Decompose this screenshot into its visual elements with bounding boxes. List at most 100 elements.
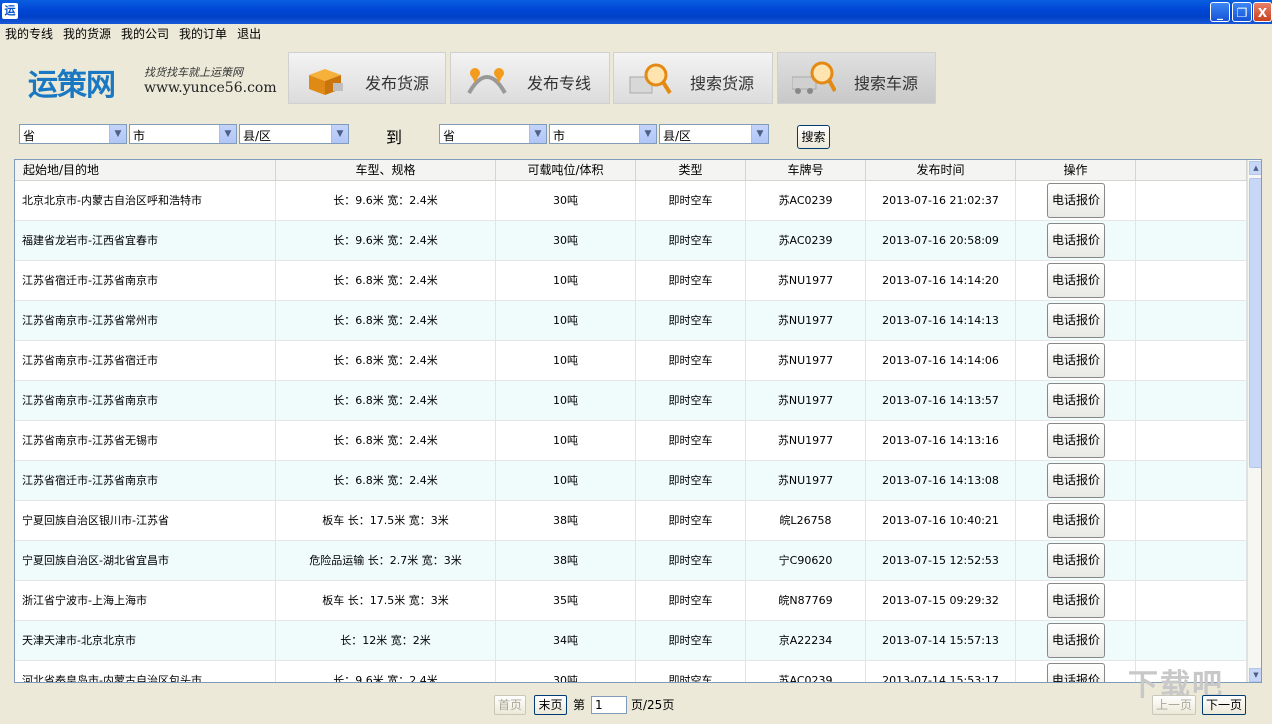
to-label: 到 [386,128,403,147]
phone-quote-button[interactable]: 电话报价 [1047,263,1105,298]
page-number-input[interactable]: 1 [591,696,627,714]
cell-spec: 长：6.8米 宽：2.4米 [276,421,496,460]
column-header[interactable]: 车牌号 [746,160,866,180]
prev-page-button[interactable]: 上一页 [1152,695,1196,715]
nav-publish-cargo-button[interactable]: 发布货源 [288,52,446,104]
cell-capacity: 10吨 [496,461,636,500]
column-header[interactable]: 类型 [636,160,746,180]
from-county-select[interactable]: 县/区 ▼ [239,124,349,144]
cell-type: 即时空车 [636,461,746,500]
table-row[interactable]: 江苏省宿迁市-江苏省南京市 长：6.8米 宽：2.4米 10吨 即时空车 苏NU1977… [15,461,1247,501]
nav-search-cargo-button[interactable]: 搜索货源 [613,52,773,104]
phone-quote-button[interactable]: 电话报价 [1047,223,1105,258]
menu-item[interactable]: 我的货源 [58,24,116,44]
cell-type: 即时空车 [636,261,746,300]
restore-button[interactable]: ❐ [1232,2,1252,22]
table-row[interactable]: 浙江省宁波市-上海上海市 板车 长：17.5米 宽：3米 35吨 即时空车 皖N8776… [15,581,1247,621]
cell-route: 浙江省宁波市-上海上海市 [15,581,276,620]
menu-bar: 我的专线 我的货源 我的公司 我的订单 退出 [0,24,1272,44]
menu-item[interactable]: 我的专线 [0,24,58,44]
cell-route: 江苏省南京市-江苏省无锡市 [15,421,276,460]
column-header[interactable]: 起始地/目的地 [15,160,276,180]
cell-plate: 宁C90620 [746,541,866,580]
table-row[interactable]: 宁夏回族自治区银川市-江苏省 板车 长：17.5米 宽：3米 38吨 即时空车 皖L26… [15,501,1247,541]
phone-quote-button[interactable]: 电话报价 [1047,343,1105,378]
cell-route: 江苏省宿迁市-江苏省南京市 [15,461,276,500]
cell-time: 2013-07-14 15:53:17 [866,661,1016,682]
next-page-button[interactable]: 下一页 [1202,695,1246,715]
phone-quote-button[interactable]: 电话报价 [1047,303,1105,338]
vertical-scrollbar[interactable]: ▲ ▼ [1247,160,1261,682]
menu-item[interactable]: 我的公司 [116,24,174,44]
route-pin-icon [467,68,507,95]
column-header[interactable]: 发布时间 [866,160,1016,180]
phone-quote-button[interactable]: 电话报价 [1047,583,1105,618]
to-province-select[interactable]: 省 ▼ [439,124,547,144]
nav-label: 搜索车源 [854,74,919,93]
cell-time: 2013-07-16 20:58:09 [866,221,1016,260]
cell-type: 即时空车 [636,541,746,580]
cell-type: 即时空车 [636,621,746,660]
scroll-up-icon[interactable]: ▲ [1249,161,1261,175]
cell-plate: 苏NU1977 [746,341,866,380]
cell-route: 江苏省宿迁市-江苏省南京市 [15,261,276,300]
menu-item[interactable]: 退出 [232,24,266,44]
column-header[interactable]: 操作 [1016,160,1136,180]
phone-quote-button[interactable]: 电话报价 [1047,383,1105,418]
table-row[interactable]: 江苏省南京市-江苏省南京市 长：6.8米 宽：2.4米 10吨 即时空车 苏NU1977… [15,381,1247,421]
table-row[interactable]: 江苏省南京市-江苏省宿迁市 长：6.8米 宽：2.4米 10吨 即时空车 苏NU1977… [15,341,1247,381]
cell-plate: 苏NU1977 [746,381,866,420]
cell-type: 即时空车 [636,581,746,620]
phone-quote-button[interactable]: 电话报价 [1047,543,1105,578]
cell-filler [1136,261,1247,300]
from-province-select[interactable]: 省 ▼ [19,124,127,144]
phone-quote-button[interactable]: 电话报价 [1047,463,1105,498]
cell-capacity: 10吨 [496,381,636,420]
cell-spec: 长：12米 宽：2米 [276,621,496,660]
from-city-select[interactable]: 市 ▼ [129,124,237,144]
phone-quote-button[interactable]: 电话报价 [1047,183,1105,218]
cell-filler [1136,501,1247,540]
nav-search-truck-button[interactable]: 搜索车源 [777,52,936,104]
cell-time: 2013-07-16 14:14:20 [866,261,1016,300]
cell-capacity: 10吨 [496,421,636,460]
phone-quote-button[interactable]: 电话报价 [1047,423,1105,458]
table-row[interactable]: 天津天津市-北京北京市 长：12米 宽：2米 34吨 即时空车 京A22234 2013-… [15,621,1247,661]
column-header[interactable]: 车型、规格 [276,160,496,180]
table-row[interactable]: 江苏省南京市-江苏省无锡市 长：6.8米 宽：2.4米 10吨 即时空车 苏NU1977… [15,421,1247,461]
search-cargo-icon [629,63,672,95]
nav-publish-route-button[interactable]: 发布专线 [450,52,610,104]
cell-route: 江苏省南京市-江苏省南京市 [15,381,276,420]
cell-type: 即时空车 [636,421,746,460]
table-row[interactable]: 江苏省南京市-江苏省常州市 长：6.8米 宽：2.4米 10吨 即时空车 苏NU1977… [15,301,1247,341]
cell-spec: 长：9.6米 宽：2.4米 [276,221,496,260]
menu-item[interactable]: 我的订单 [174,24,232,44]
cell-plate: 苏AC0239 [746,181,866,220]
cell-type: 即时空车 [636,221,746,260]
to-county-select[interactable]: 县/区 ▼ [659,124,769,144]
table-row[interactable]: 北京北京市-内蒙古自治区呼和浩特市 长：9.6米 宽：2.4米 30吨 即时空车 苏AC… [15,181,1247,221]
cell-spec: 板车 长：17.5米 宽：3米 [276,501,496,540]
column-header[interactable]: 可载吨位/体积 [496,160,636,180]
cell-spec: 长：6.8米 宽：2.4米 [276,261,496,300]
minimize-button[interactable]: _ [1210,2,1230,22]
cell-route: 宁夏回族自治区-湖北省宜昌市 [15,541,276,580]
to-city-select[interactable]: 市 ▼ [549,124,657,144]
phone-quote-button[interactable]: 电话报价 [1047,503,1105,538]
first-page-button[interactable]: 首页 [494,695,526,715]
logo-url: www.yunce56.com [144,80,277,96]
cell-filler [1136,181,1247,220]
nav-label: 搜索货源 [690,74,755,93]
search-button[interactable]: 搜索 [797,125,830,149]
table-row[interactable]: 江苏省宿迁市-江苏省南京市 长：6.8米 宽：2.4米 10吨 即时空车 苏NU1977… [15,261,1247,301]
phone-quote-button[interactable]: 电话报价 [1047,623,1105,658]
table-row[interactable]: 河北省秦皇岛市-内蒙古自治区包头市 长：9.6米 宽：2.4米 30吨 即时空车 苏AC… [15,661,1247,682]
scroll-thumb[interactable] [1249,178,1261,468]
table-row[interactable]: 福建省龙岩市-江西省宜春市 长：9.6米 宽：2.4米 30吨 即时空车 苏AC0239… [15,221,1247,261]
phone-quote-button[interactable]: 电话报价 [1047,663,1105,682]
cell-filler [1136,301,1247,340]
last-page-button[interactable]: 末页 [534,695,567,715]
close-button[interactable]: X [1253,2,1272,22]
cell-filler [1136,581,1247,620]
table-row[interactable]: 宁夏回族自治区-湖北省宜昌市 危险品运输 长：2.7米 宽：3米 38吨 即时空车 宁C… [15,541,1247,581]
